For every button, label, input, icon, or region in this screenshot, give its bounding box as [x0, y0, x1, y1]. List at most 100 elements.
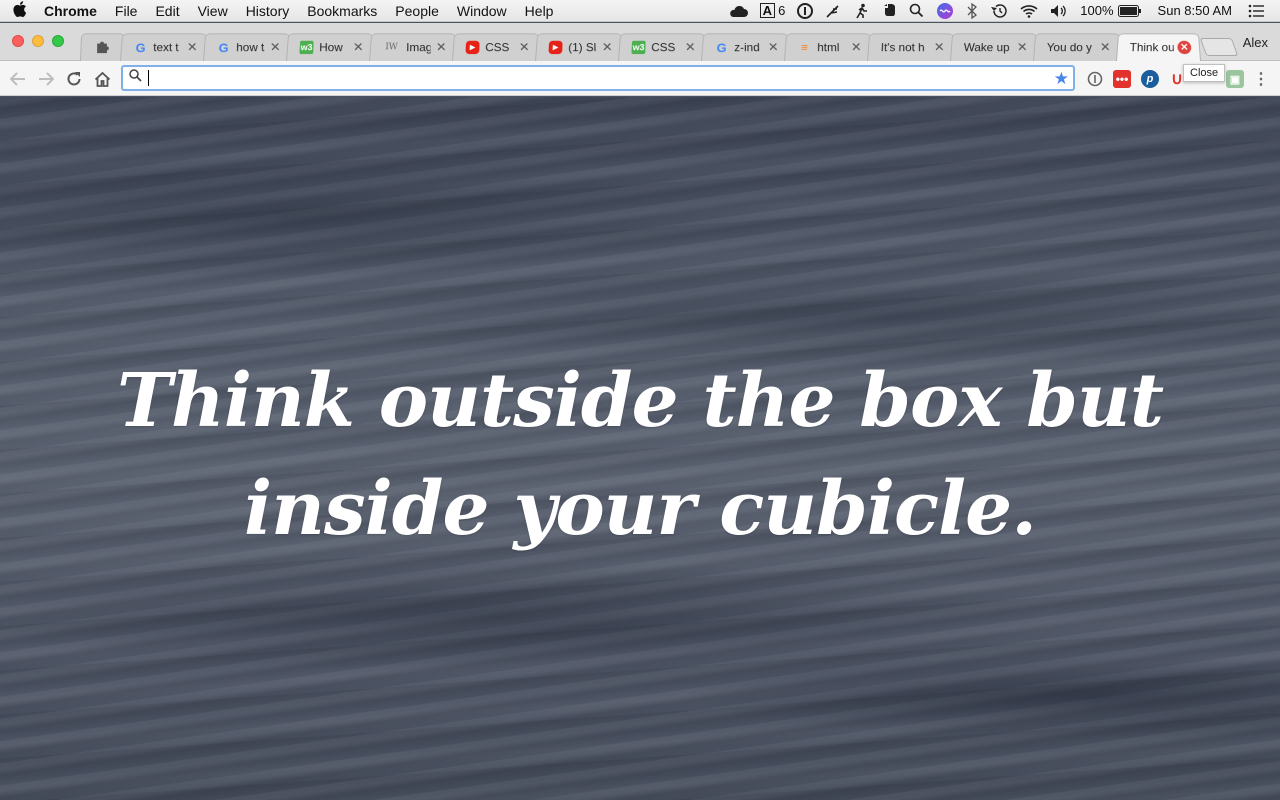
google-icon: G [218, 40, 229, 55]
back-arrow-icon[interactable] [8, 69, 28, 89]
reload-icon[interactable] [64, 69, 84, 89]
tab-item[interactable]: ≡ html ✕ [784, 33, 873, 61]
tab-item[interactable]: G how t ✕ [203, 33, 292, 61]
w3schools-icon: w3 [631, 40, 646, 55]
chrome-menu-icon[interactable]: ⋮ [1252, 70, 1270, 88]
tab-close-icon[interactable]: ✕ [1177, 40, 1192, 55]
tab-item-active[interactable]: Think ou ✕ [1116, 33, 1201, 61]
bookmark-star-icon[interactable]: ★ [1054, 69, 1069, 89]
tab-item[interactable]: ▶ (1) Sl ✕ [535, 33, 624, 61]
tab-close-icon[interactable]: ✕ [185, 40, 199, 54]
tab-item[interactable]: It's not h ✕ [867, 33, 956, 61]
tab-close-icon[interactable]: ✕ [434, 40, 448, 54]
menu-file[interactable]: File [106, 3, 147, 19]
window-fullscreen-button[interactable] [52, 35, 64, 47]
macos-menubar: Chrome File Edit View History Bookmarks … [0, 0, 1280, 22]
wifi-icon[interactable] [1014, 4, 1044, 18]
time-machine-icon[interactable] [984, 3, 1014, 19]
tab-title: You do y [1046, 40, 1093, 55]
tab-item[interactable]: w3 How ✕ [286, 33, 375, 61]
siri-icon[interactable] [930, 2, 960, 20]
volume-icon[interactable] [1044, 4, 1074, 18]
tab-close-icon[interactable]: ✕ [351, 40, 365, 54]
window-minimize-button[interactable] [32, 35, 44, 47]
tab-close-icon[interactable]: ✕ [932, 40, 946, 54]
new-tab-button[interactable] [1199, 38, 1239, 56]
profile-name[interactable]: Alex [1243, 35, 1268, 50]
tab-item[interactable]: G text t ✕ [120, 33, 209, 61]
menu-window[interactable]: Window [448, 3, 516, 19]
lastpass-extension-icon[interactable]: ••• [1113, 70, 1131, 88]
menu-help[interactable]: Help [516, 3, 563, 19]
evernote-icon[interactable] [875, 3, 903, 19]
onepassword-icon[interactable] [791, 2, 819, 19]
clock[interactable]: Sun 8:50 AM [1148, 3, 1238, 18]
feather-icon[interactable] [819, 3, 847, 19]
menu-view[interactable]: View [189, 3, 237, 19]
battery-status[interactable]: 100% [1074, 3, 1147, 18]
extension-icon[interactable]: ▣ [1226, 70, 1244, 88]
runner-icon[interactable] [847, 3, 875, 19]
tab-item[interactable]: G z-ind ✕ [701, 33, 790, 61]
text-caret [148, 70, 149, 86]
tab-title: Think ou [1129, 40, 1174, 55]
onepassword-extension-icon[interactable] [1086, 70, 1104, 88]
address-bar[interactable]: ★ [121, 65, 1075, 91]
tab-close-icon[interactable]: ✕ [517, 40, 531, 54]
pocket-extension-icon[interactable]: p [1141, 70, 1159, 88]
youtube-icon: ▶ [548, 40, 563, 55]
menu-history[interactable]: History [237, 3, 299, 19]
tab-close-icon[interactable]: ✕ [600, 40, 614, 54]
w3schools-icon: w3 [299, 40, 314, 55]
close-tooltip: Close [1183, 64, 1226, 82]
window-close-button[interactable] [12, 35, 24, 47]
menu-bookmarks[interactable]: Bookmarks [298, 3, 386, 19]
apple-menu-icon[interactable] [0, 0, 40, 21]
battery-icon [1117, 4, 1142, 17]
tab-title: Imag [406, 40, 431, 55]
page-content: Think outside the box but inside your cu… [0, 97, 1280, 800]
tab-close-icon[interactable]: ✕ [849, 40, 863, 54]
tab-title: CSS I [485, 40, 514, 55]
address-input[interactable] [153, 70, 1073, 86]
hero-quote: Think outside the box but inside your cu… [116, 358, 1164, 552]
menu-app-chrome[interactable]: Chrome [40, 3, 106, 19]
window-controls [12, 35, 64, 47]
battery-percent: 100% [1080, 3, 1114, 18]
tab-close-icon[interactable]: ✕ [268, 40, 282, 54]
home-icon[interactable] [92, 69, 112, 89]
creative-cloud-icon[interactable] [722, 4, 754, 18]
tab-item[interactable]: IW Imag ✕ [369, 33, 458, 61]
adobe-status[interactable]: A 6 [754, 3, 792, 18]
tab-close-icon[interactable]: ✕ [1098, 40, 1112, 54]
spotlight-search-icon[interactable] [903, 3, 930, 18]
tab-title: text t [153, 40, 179, 55]
tab-title: how t [236, 40, 265, 55]
tab-item[interactable]: Wake up ✕ [950, 33, 1039, 61]
forward-arrow-icon[interactable] [36, 69, 56, 89]
puzzle-piece-icon [95, 38, 111, 56]
menu-edit[interactable]: Edit [146, 3, 188, 19]
tab-close-icon[interactable]: ✕ [766, 40, 780, 54]
tab-title: It's not h [880, 40, 925, 55]
adobe-icon: A [759, 3, 776, 18]
tab-item[interactable]: w3 CSS ✕ [618, 33, 707, 61]
search-icon [129, 69, 142, 87]
tab-strip: G text t ✕ G how t ✕ w3 How ✕ IW Imag ✕ [0, 23, 1280, 61]
tab-item[interactable]: ▶ CSS I ✕ [452, 33, 541, 61]
tab-title: z-ind [734, 40, 760, 55]
youtube-icon: ▶ [465, 40, 480, 55]
stackoverflow-icon: ≡ [800, 40, 809, 55]
tab-pinned-extensions[interactable] [80, 33, 126, 61]
menu-people[interactable]: People [386, 3, 448, 19]
bluetooth-icon[interactable] [960, 2, 984, 19]
tab-item[interactable]: You do y ✕ [1033, 33, 1122, 61]
status-area: A 6 100% Sun 8:50 AM [722, 2, 1280, 20]
notification-center-icon[interactable] [1238, 4, 1270, 18]
google-icon: G [135, 40, 146, 55]
tab-close-icon[interactable]: ✕ [1015, 40, 1029, 54]
tab-list: G text t ✕ G how t ✕ w3 How ✕ IW Imag ✕ [80, 32, 1201, 61]
tab-title: CSS [651, 40, 676, 55]
tab-close-icon[interactable]: ✕ [683, 40, 697, 54]
browser-toolbar: ★ ••• p ∪ ▣ ⋮ [0, 61, 1280, 96]
